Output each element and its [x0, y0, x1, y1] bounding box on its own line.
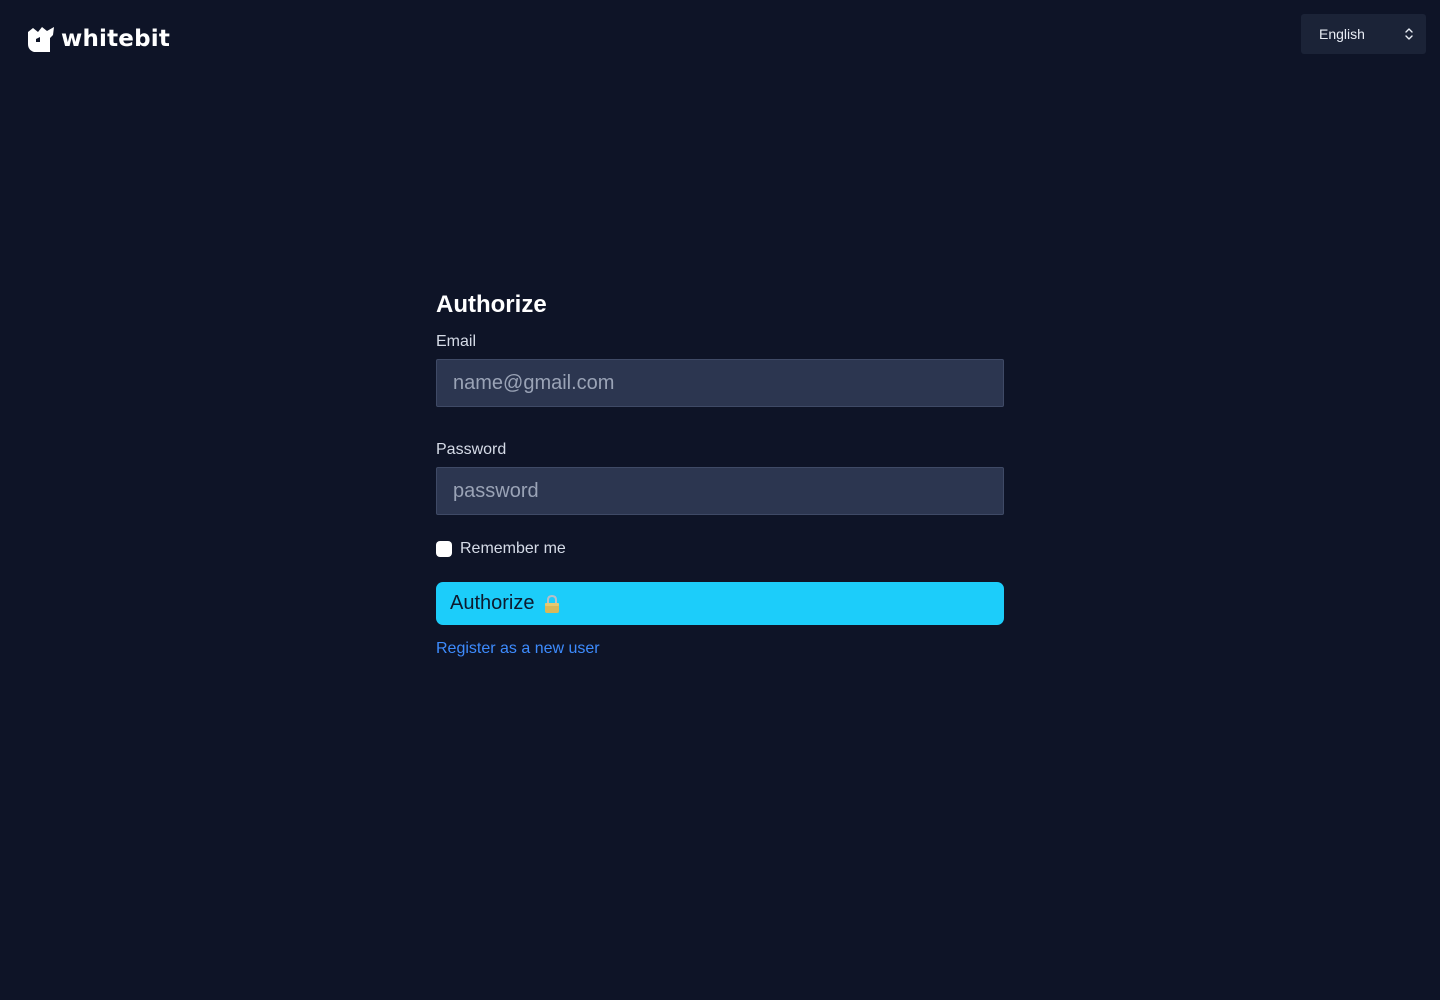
authorize-button[interactable]: Authorize [436, 582, 1004, 625]
lock-icon [544, 594, 559, 613]
email-field[interactable] [436, 359, 1004, 407]
brand-logo[interactable]: whitebit [26, 25, 170, 53]
brand-wordmark: whitebit [61, 26, 171, 52]
remember-me-row: Remember me [436, 540, 1004, 558]
language-select-value: English [1319, 26, 1365, 42]
language-select[interactable]: English [1301, 14, 1426, 54]
login-page: whitebit English Authorize Email Passwor… [0, 0, 1440, 1000]
password-field[interactable] [436, 467, 1004, 515]
authorize-form: Authorize Email Password Remember me Aut… [436, 290, 1004, 658]
email-label: Email [436, 333, 477, 350]
chevron-up-down-icon [1405, 28, 1413, 40]
form-title: Authorize [436, 291, 547, 318]
logo-mark-icon [28, 26, 54, 52]
password-label: Password [436, 441, 507, 458]
remember-me-checkbox[interactable] [436, 541, 452, 557]
remember-me-label[interactable]: Remember me [460, 540, 566, 558]
authorize-button-label: Authorize [450, 592, 535, 614]
register-link[interactable]: Register as a new user [436, 640, 600, 658]
